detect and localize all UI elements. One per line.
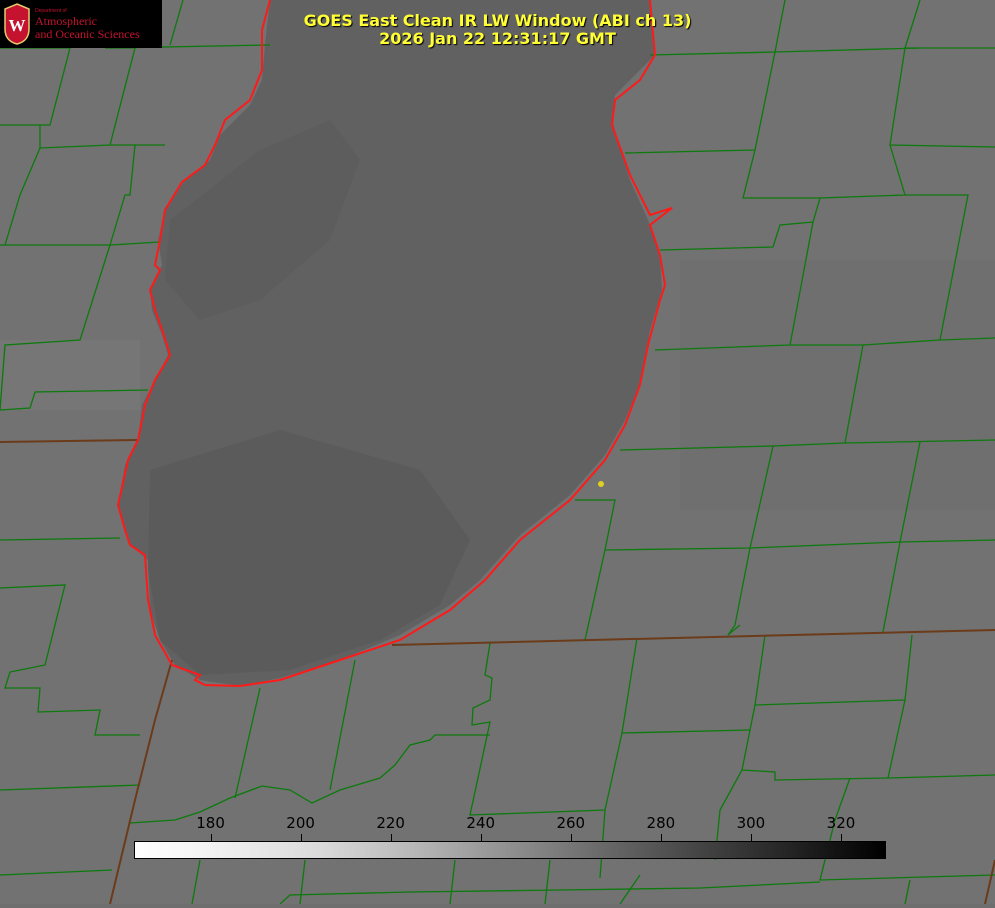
colorbar-tick [210, 834, 212, 841]
colorbar-tick-label: 180 [196, 814, 225, 832]
title-product: GOES East Clean IR LW Window (ABI ch 13) [303, 11, 692, 30]
colorbar-tick [660, 834, 662, 841]
svg-text:W: W [9, 16, 26, 35]
colorbar-tick-label: 320 [826, 814, 856, 832]
colorbar-tick-label: 240 [466, 814, 496, 832]
colorbar-tick-label: 220 [376, 814, 405, 832]
title-timestamp: 2026 Jan 22 12:31:17 GMT [379, 29, 616, 48]
logo-line2: and Oceanic Sciences [35, 27, 140, 41]
colorbar-tick-label: 280 [646, 814, 676, 832]
colorbar-tick-label: 300 [736, 814, 766, 832]
colorbar-tick [480, 834, 482, 841]
colorbar-tick-label: 200 [286, 814, 315, 832]
map-title: GOES East Clean IR LW Window (ABI ch 13)… [240, 12, 755, 48]
satellite-map [0, 0, 995, 905]
land-shade [0, 340, 140, 410]
colorbar: 180 200 220 240 260 280 300 320 [134, 814, 886, 860]
uw-seal-icon: W [4, 3, 30, 45]
colorbar-tick-label: 260 [556, 814, 586, 832]
colorbar-tick [570, 834, 572, 841]
colorbar-tick [840, 834, 842, 841]
location-marker [598, 481, 604, 487]
uw-aos-logo: W Department of Atmospheric and Oceanic … [0, 0, 162, 48]
colorbar-tick [750, 834, 752, 841]
colorbar-tick [300, 834, 302, 841]
colorbar-gradient [134, 841, 886, 859]
colorbar-tick [390, 834, 392, 841]
